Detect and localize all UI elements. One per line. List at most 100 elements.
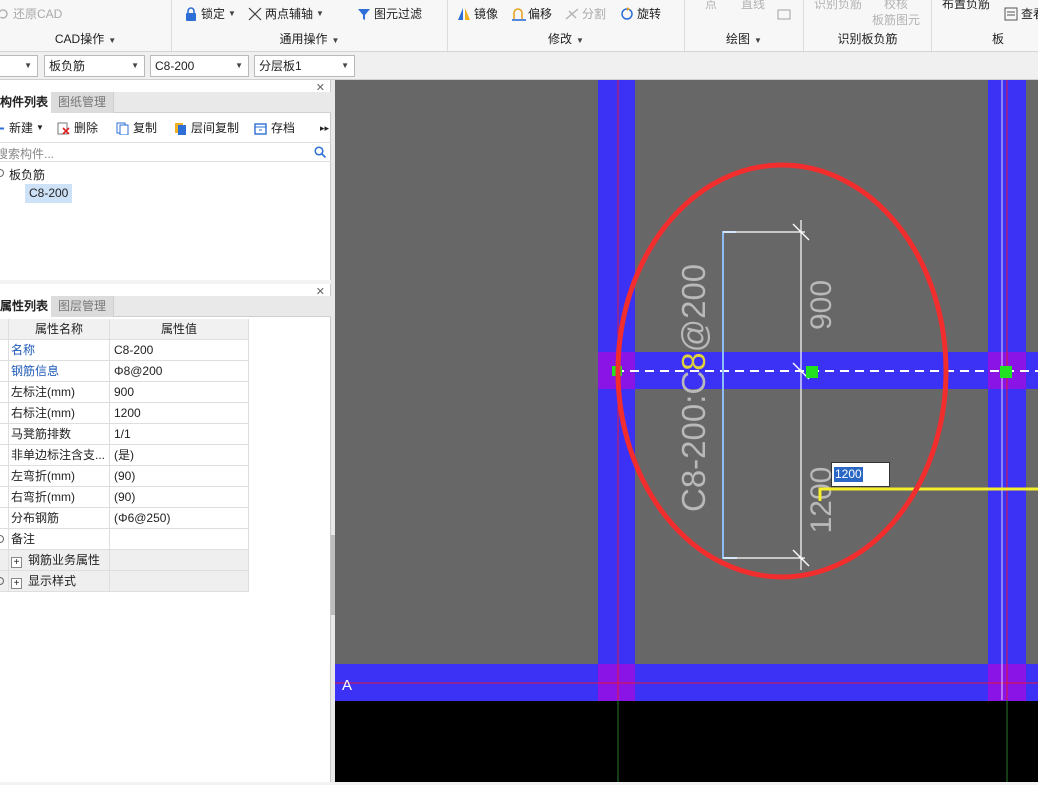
floor-combo[interactable]: ▼ bbox=[0, 55, 38, 77]
tree-node-c8-200[interactable]: C8-200 bbox=[25, 184, 73, 203]
drawing-canvas[interactable]: 900 1200 C8-200:C8@200 A bbox=[335, 80, 1038, 782]
place-neg-rebar-button[interactable]: 布置负筋 bbox=[942, 0, 990, 13]
split-icon bbox=[565, 7, 579, 21]
table-row[interactable]: 分布钢筋 (Φ6@250) bbox=[0, 508, 249, 529]
table-row[interactable]: 马凳筋排数 1/1 bbox=[0, 424, 249, 445]
chevron-down-icon: ▼ bbox=[228, 9, 236, 18]
table-row[interactable]: 名称 C8-200 bbox=[0, 340, 249, 361]
rectangle-button[interactable] bbox=[777, 5, 794, 23]
property-name: 备注 bbox=[8, 529, 110, 550]
row-expand-icon[interactable] bbox=[0, 577, 4, 585]
group-display-style[interactable]: + 显示样式 bbox=[0, 571, 249, 592]
property-value[interactable]: (Φ6@250) bbox=[110, 508, 249, 529]
mirror-button[interactable]: 镜像 bbox=[457, 5, 498, 23]
lock-icon bbox=[184, 7, 198, 21]
axis-icon bbox=[248, 7, 262, 21]
tab-component-list[interactable]: 构件列表 bbox=[0, 92, 57, 113]
table-row[interactable]: 备注 bbox=[0, 529, 249, 550]
component-combo[interactable]: C8-200 ▼ bbox=[150, 55, 249, 77]
floor-copy-button[interactable]: 层间复制 bbox=[174, 119, 239, 137]
offset-button[interactable]: 偏移 bbox=[511, 5, 552, 23]
chevron-down-icon: ▼ bbox=[108, 36, 117, 45]
mirror-icon bbox=[457, 7, 471, 21]
header-value: 属性值 bbox=[110, 319, 249, 340]
tab-property-list[interactable]: 属性列表 bbox=[0, 296, 57, 317]
property-value[interactable]: Φ8@200 bbox=[110, 361, 249, 382]
more-icon[interactable]: ▸▸ bbox=[320, 119, 329, 137]
property-name: 名称 bbox=[8, 340, 110, 361]
property-name: 非单边标注含支... bbox=[8, 445, 110, 466]
identify-neg-rebar-button[interactable]: 识别负筋 bbox=[814, 0, 862, 13]
general-ops-title[interactable]: 通用操作 ▼ bbox=[172, 30, 447, 47]
property-name: 右标注(mm) bbox=[8, 403, 110, 424]
ribbon-group-identify: 识别负筋 校核 板筋图元 识别板负筋 bbox=[804, 0, 932, 51]
tab-layer-management[interactable]: 图层管理 bbox=[51, 296, 115, 317]
type-combo[interactable]: 板负筋 ▼ bbox=[44, 55, 145, 77]
chevron-down-icon: ▼ bbox=[316, 9, 324, 18]
property-value[interactable]: (是) bbox=[110, 445, 249, 466]
property-value[interactable]: (90) bbox=[110, 487, 249, 508]
component-tabs: 构件列表 图纸管理 bbox=[0, 92, 331, 113]
group-label: + 钢筋业务属性 bbox=[8, 550, 110, 571]
tab-drawing-management[interactable]: 图纸管理 bbox=[51, 92, 115, 113]
new-button[interactable]: 新建 ▼ bbox=[0, 119, 44, 137]
line-button[interactable]: 直线 bbox=[741, 0, 765, 13]
tree-expand-icon[interactable] bbox=[0, 169, 4, 177]
component-list-panel: ✕ 构件列表 图纸管理 新建 ▼ 删除 复制 层间复制 存档 ▸▸ 搜索构件... bbox=[0, 80, 331, 280]
selection-bar: ▼ 板负筋 ▼ C8-200 ▼ 分层板1 ▼ bbox=[0, 52, 1038, 80]
group-value bbox=[110, 550, 249, 571]
modify-title[interactable]: 修改 ▼ bbox=[448, 30, 684, 47]
row-expand-icon[interactable] bbox=[0, 535, 4, 543]
group-rebar-business[interactable]: + 钢筋业务属性 bbox=[0, 550, 249, 571]
group-value bbox=[110, 571, 249, 592]
dimension-input-field[interactable]: 1200 bbox=[831, 462, 890, 487]
property-tabs: 属性列表 图层管理 bbox=[0, 296, 331, 317]
property-value[interactable]: 1200 bbox=[110, 403, 249, 424]
rebar-label-part: C8-200:C bbox=[675, 371, 712, 512]
split-button[interactable]: 分割 bbox=[565, 5, 606, 23]
table-row[interactable]: 左弯折(mm) (90) bbox=[0, 466, 249, 487]
archive-button[interactable]: 存档 bbox=[254, 119, 295, 137]
rectangle-icon bbox=[777, 7, 791, 21]
two-point-axis-button[interactable]: 两点辅轴 ▼ bbox=[248, 5, 324, 23]
draw-title[interactable]: 绘图 ▼ bbox=[685, 30, 803, 47]
search-icon[interactable] bbox=[314, 146, 327, 159]
canvas-svg[interactable]: 900 1200 C8-200:C8@200 A bbox=[335, 80, 1038, 782]
property-value[interactable]: C8-200 bbox=[110, 340, 249, 361]
property-value[interactable]: 900 bbox=[110, 382, 249, 403]
offset-icon bbox=[511, 7, 526, 21]
rotate-button[interactable]: 旋转 bbox=[620, 5, 661, 23]
expand-plus-icon[interactable]: + bbox=[11, 557, 22, 568]
table-row[interactable]: 右标注(mm) 1200 bbox=[0, 403, 249, 424]
copy-button[interactable]: 复制 bbox=[116, 119, 157, 137]
table-row[interactable]: 左标注(mm) 900 bbox=[0, 382, 249, 403]
property-header: 属性名称 属性值 bbox=[0, 319, 249, 340]
point-button[interactable]: 点 bbox=[705, 0, 717, 13]
grip-point bbox=[1000, 366, 1012, 378]
search-input[interactable]: 搜索构件... bbox=[0, 145, 54, 162]
rebar-label-part: @200 bbox=[675, 264, 712, 353]
table-row[interactable]: 右弯折(mm) (90) bbox=[0, 487, 249, 508]
lock-button[interactable]: 锁定 ▼ bbox=[184, 5, 236, 23]
group-label: + 显示样式 bbox=[8, 571, 110, 592]
layer-combo[interactable]: 分层板1 ▼ bbox=[254, 55, 355, 77]
dimension-input-value[interactable]: 1200 bbox=[834, 467, 863, 482]
view-button[interactable]: 查看 bbox=[1004, 5, 1038, 23]
property-value[interactable] bbox=[110, 529, 249, 550]
component-search[interactable]: 搜索构件... bbox=[0, 142, 331, 162]
property-value[interactable]: 1/1 bbox=[110, 424, 249, 445]
table-row[interactable]: 非单边标注含支... (是) bbox=[0, 445, 249, 466]
element-filter-button[interactable]: 图元过滤 bbox=[357, 5, 422, 23]
filter-icon bbox=[357, 7, 371, 21]
table-row[interactable]: 钢筋信息 Φ8@200 bbox=[0, 361, 249, 382]
restore-cad-button[interactable]: 还原CAD bbox=[0, 5, 62, 23]
identify-group-title: 识别板负筋 bbox=[837, 32, 898, 46]
delete-button[interactable]: 删除 bbox=[57, 119, 98, 137]
property-value[interactable]: (90) bbox=[110, 466, 249, 487]
chevron-down-icon: ▼ bbox=[576, 36, 584, 45]
expand-plus-icon[interactable]: + bbox=[11, 578, 22, 589]
archive-icon bbox=[254, 122, 267, 135]
rotate-icon bbox=[620, 7, 634, 21]
property-name: 马凳筋排数 bbox=[8, 424, 110, 445]
cad-ops-title[interactable]: CAD操作 ▼ bbox=[0, 30, 171, 47]
